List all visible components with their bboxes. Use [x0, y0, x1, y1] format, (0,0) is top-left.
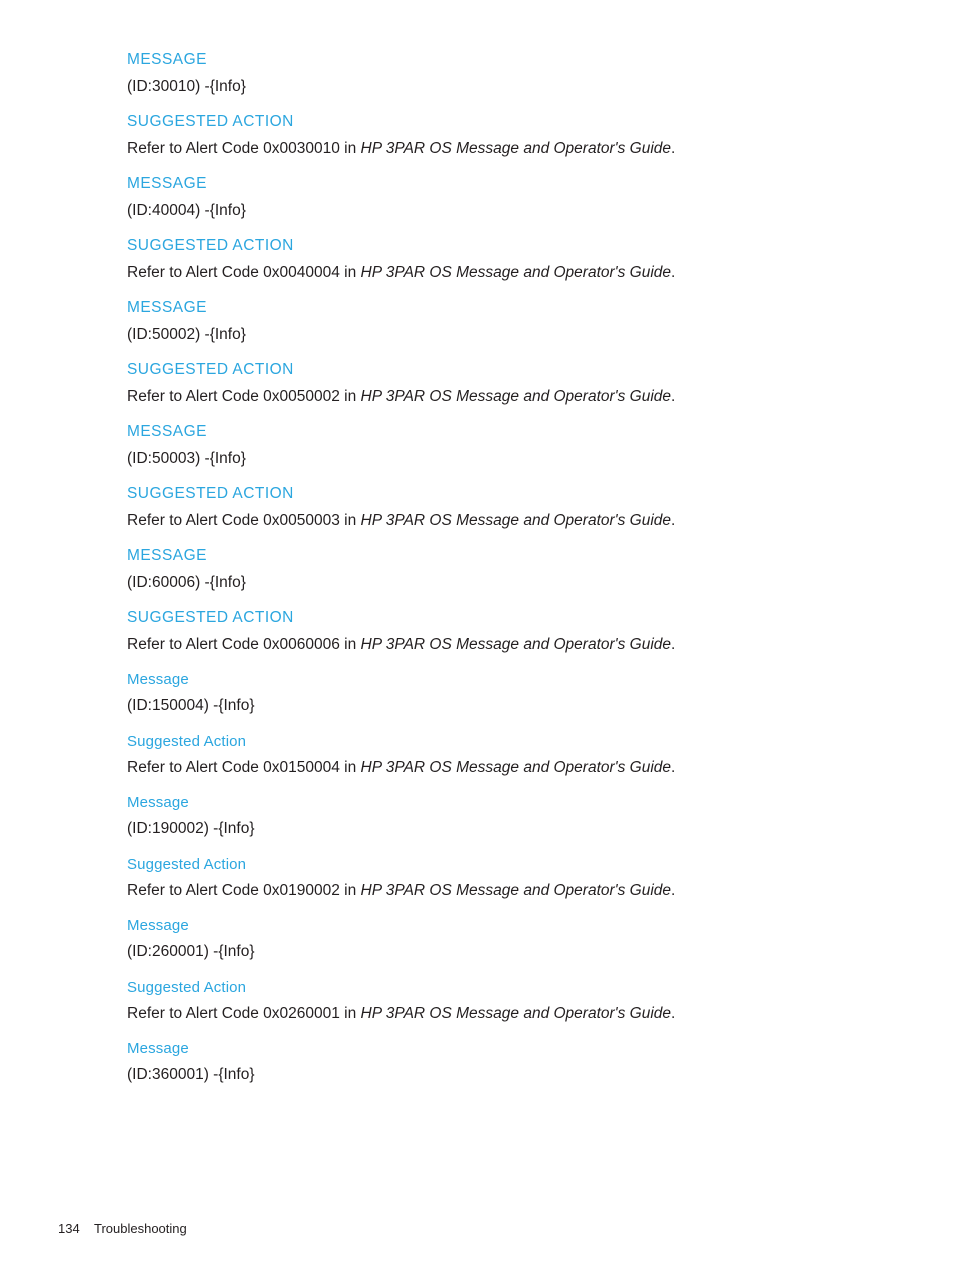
- message-heading: MESSAGE: [127, 547, 207, 564]
- page-footer: 134 Troubleshooting: [58, 1222, 187, 1235]
- alert-entry: MESSAGE (ID:60006) -{Info} SUGGESTED ACTIO…: [127, 548, 827, 652]
- guide-reference-title: HP 3PAR OS Message and Operator's Guide: [360, 1004, 672, 1022]
- alert-entry: Message (ID:260001) -{Info} Suggested Acti…: [127, 918, 827, 1021]
- alert-entry: MESSAGE (ID:40004) -{Info} SUGGESTED ACTIO…: [127, 176, 827, 280]
- guide-reference-title: HP 3PAR OS Message and Operator's Guide: [360, 881, 672, 899]
- action-text-prefix: Refer to Alert Code 0x0050002 in: [127, 387, 361, 405]
- footer-section-name: Troubleshooting: [94, 1221, 187, 1236]
- action-text-suffix: .: [671, 263, 676, 281]
- alert-entry: MESSAGE (ID:50003) -{Info} SUGGESTED ACTIO…: [127, 424, 827, 528]
- footer-page-number: 134: [58, 1221, 80, 1236]
- action-text-suffix: .: [671, 758, 676, 776]
- guide-reference-title: HP 3PAR OS Message and Operator's Guide: [360, 387, 672, 405]
- message-heading: MESSAGE: [127, 175, 207, 192]
- message-text: (ID:260001) -{Info}: [127, 943, 255, 960]
- guide-reference-title: HP 3PAR OS Message and Operator's Guide: [360, 635, 672, 653]
- guide-reference-title: HP 3PAR OS Message and Operator's Guide: [360, 139, 672, 157]
- alert-entry: Message (ID:150004) -{Info} Suggested Acti…: [127, 672, 827, 775]
- message-heading: Message: [127, 1040, 189, 1057]
- message-text: (ID:40004) -{Info}: [127, 201, 246, 219]
- action-text-suffix: .: [671, 881, 676, 899]
- guide-reference-title: HP 3PAR OS Message and Operator's Guide: [360, 263, 672, 281]
- action-text-prefix: Refer to Alert Code 0x0040004 in: [127, 263, 361, 281]
- suggested-action-text: Refer to Alert Code 0x0050002 in HP 3PAR…: [127, 387, 827, 405]
- guide-reference-title: HP 3PAR OS Message and Operator's Guide: [360, 511, 672, 529]
- message-text: (ID:30010) -{Info}: [127, 77, 246, 95]
- suggested-action-text: Refer to Alert Code 0x0260001 in HP 3PAR…: [127, 1004, 827, 1022]
- suggested-action-heading: SUGGESTED ACTION: [127, 485, 294, 502]
- action-text-prefix: Refer to Alert Code 0x0030010 in: [127, 139, 361, 157]
- suggested-action-heading: SUGGESTED ACTION: [127, 237, 294, 254]
- suggested-action-text: Refer to Alert Code 0x0190002 in HP 3PAR…: [127, 881, 827, 899]
- message-heading: Message: [127, 917, 189, 934]
- action-text-suffix: .: [671, 1004, 676, 1022]
- action-text-prefix: Refer to Alert Code 0x0060006 in: [127, 635, 361, 653]
- action-text-suffix: .: [671, 635, 676, 653]
- alert-entry: Message (ID:190002) -{Info} Suggested Acti…: [127, 795, 827, 898]
- message-text: (ID:150004) -{Info}: [127, 697, 255, 714]
- action-text-prefix: Refer to Alert Code 0x0050003 in: [127, 511, 361, 529]
- message-text: (ID:50003) -{Info}: [127, 449, 246, 467]
- suggested-action-heading: Suggested Action: [127, 978, 247, 996]
- suggested-action-heading: SUGGESTED ACTION: [127, 361, 294, 378]
- message-text: (ID:190002) -{Info}: [127, 820, 255, 837]
- suggested-action-heading: Suggested Action: [127, 732, 247, 750]
- suggested-action-heading: Suggested Action: [127, 855, 247, 873]
- action-text-suffix: .: [671, 387, 676, 405]
- alert-entry: MESSAGE (ID:30010) -{Info} SUGGESTED ACTIO…: [127, 52, 827, 156]
- message-text: (ID:50002) -{Info}: [127, 325, 246, 343]
- action-text-prefix: Refer to Alert Code 0x0150004 in: [127, 758, 361, 776]
- suggested-action-text: Refer to Alert Code 0x0150004 in HP 3PAR…: [127, 758, 827, 776]
- suggested-action-heading: SUGGESTED ACTION: [127, 113, 294, 130]
- message-heading: MESSAGE: [127, 299, 207, 316]
- alert-entry: MESSAGE (ID:50002) -{Info} SUGGESTED ACTIO…: [127, 300, 827, 404]
- action-text-prefix: Refer to Alert Code 0x0260001 in: [127, 1004, 361, 1022]
- message-heading: Message: [127, 794, 189, 811]
- message-text: (ID:60006) -{Info}: [127, 573, 246, 591]
- message-heading: MESSAGE: [127, 51, 207, 68]
- alert-entry: Message (ID:360001) -{Info}: [127, 1041, 827, 1083]
- alert-entry-list: MESSAGE (ID:30010) -{Info} SUGGESTED ACTIO…: [127, 52, 827, 1083]
- suggested-action-text: Refer to Alert Code 0x0030010 in HP 3PAR…: [127, 139, 827, 157]
- message-heading: MESSAGE: [127, 423, 207, 440]
- message-heading: Message: [127, 671, 189, 688]
- message-text: (ID:360001) -{Info}: [127, 1066, 255, 1083]
- action-text-prefix: Refer to Alert Code 0x0190002 in: [127, 881, 361, 899]
- suggested-action-heading: SUGGESTED ACTION: [127, 609, 294, 626]
- suggested-action-text: Refer to Alert Code 0x0040004 in HP 3PAR…: [127, 263, 827, 281]
- action-text-suffix: .: [671, 511, 676, 529]
- suggested-action-text: Refer to Alert Code 0x0060006 in HP 3PAR…: [127, 635, 827, 653]
- document-page: MESSAGE (ID:30010) -{Info} SUGGESTED ACTIO…: [0, 0, 954, 1271]
- suggested-action-text: Refer to Alert Code 0x0050003 in HP 3PAR…: [127, 511, 827, 529]
- action-text-suffix: .: [671, 139, 676, 157]
- guide-reference-title: HP 3PAR OS Message and Operator's Guide: [360, 758, 672, 776]
